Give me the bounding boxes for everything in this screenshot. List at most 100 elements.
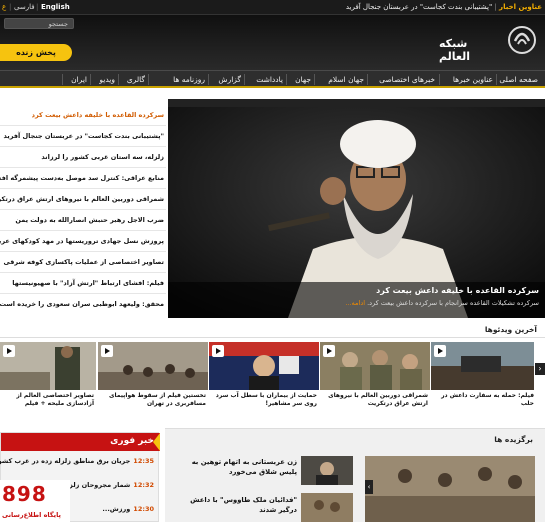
nav-iran[interactable]: ایران [71,75,87,84]
nav-divider [439,74,440,85]
headline-item[interactable]: شمراقی دوربین العالم با نیروهای ارتش عرا… [0,195,164,203]
nav-exclusive[interactable]: خبرهای اختصاصی [379,75,435,84]
nav-divider [244,74,245,85]
breaking-item[interactable]: 12:30ورزش... [102,505,154,513]
breaking-news-header: خبر فوری [1,433,160,451]
play-icon [212,345,224,357]
video-thumb[interactable] [431,342,534,390]
nav-report[interactable]: گزارش [218,75,241,84]
play-icon [323,345,335,357]
search-input[interactable]: جستجو [4,18,74,29]
top-bar: ع | فارسی | English عناوین اخبار | "پشتی… [0,0,545,15]
lang-arabic-link[interactable]: ع [2,3,6,11]
divider [0,293,166,294]
selected-section-title: برگزیده ها [494,435,533,444]
ticker-text[interactable]: "پشتیبانی بندت کجاست" در عربستان جنجال آ… [346,3,492,11]
nav-video[interactable]: ویدیو [99,75,115,84]
lang-farsi-link[interactable]: فارسی [14,3,35,11]
nav-divider [496,74,497,85]
lang-english-link[interactable]: English [41,3,70,11]
nav-headlines[interactable]: عناوین خبرها [453,75,493,84]
nav-gallery[interactable]: گالری [127,75,145,84]
logo-text: شبکه العالم [439,37,470,63]
video-caption[interactable]: تخستین فیلم از سقوط هواپیمای مسافربری در… [98,392,206,408]
play-icon [434,345,446,357]
divider [0,167,166,168]
video-caption[interactable]: حمایت از بیماران با سطل آب سرد روی سر مش… [209,392,317,408]
headline-item[interactable]: سرکرده القاعده با خلیفه داعش بیعت کرد [32,111,164,119]
video-photo [431,342,534,390]
headline-item[interactable]: فیلم: افشای ارتباط "ارتش آزاد" با صهیونی… [12,279,164,287]
nav-newspapers[interactable]: روزنامه ها [173,75,205,84]
nav-home[interactable]: صفحه اصلی [499,75,538,84]
video-caption[interactable]: فیلم: حمله به سفارت داعش در حلب [431,392,534,408]
breaking-news-title: خبر فوری [110,436,154,446]
headline-item[interactable]: زلزله، سه استان غربی کشور را لرزاند [41,153,164,161]
news-ticker[interactable]: عناوین اخبار | "پشتیبانی بندت کجاست" در … [346,3,542,11]
breaking-time: 12:35 [133,457,154,465]
selected-photo [301,456,353,485]
breaking-time: 12:30 [133,505,154,513]
nav-islamic-world[interactable]: جهان اسلام [328,75,364,84]
divider [0,146,166,147]
divider [0,209,166,210]
nav-divider [118,74,119,85]
selected-main-photo[interactable]: ‹ [365,456,535,522]
featured-story[interactable]: سرکرده القاعده با خلیفه داعش بیعت کرد سر… [168,99,545,318]
headline-item[interactable]: ضرب الاجل رهبر حنبش انصارالله به دولت یم… [15,216,164,224]
video-caption[interactable]: شمراقی دوربین العالم با نیروهای ارتش عرا… [320,392,428,408]
nav-divider [208,74,209,85]
nav-divider [367,74,368,85]
selected-photo [301,493,353,522]
ticker-label: عناوین اخبار [499,3,542,11]
video-thumb[interactable] [98,342,208,390]
read-more-link[interactable]: ادامه... [345,299,365,307]
promo-badge[interactable]: 898 پایگاه اطلاع‌رسانی [0,480,70,522]
featured-title[interactable]: سرکرده القاعده با خلیفه داعش بیعت کرد [376,286,539,295]
videos-section-title: آخرین ویدئوها [484,325,537,334]
nav-notes[interactable]: یادداشت [256,75,283,84]
breaking-text: ورزش... [102,505,131,513]
video-photo [209,342,319,390]
breaking-item[interactable]: 12:35جریان برق مناطق زلزله زده در غرب کش… [0,457,154,465]
video-caption[interactable]: تصاویر اختصاصی العالم از آزادسازی ملیحه … [0,392,94,408]
play-icon [101,345,113,357]
play-icon [3,345,15,357]
logo[interactable]: شبکه العالم [439,21,539,63]
divider [0,188,166,189]
selected-section: برگزیده ها زن عربستانی به اتهام توهین به… [165,428,545,522]
logo-emblem-icon [508,26,536,54]
video-strip: › فیلم: حمله به سفارت داعش در حلب شمراقی… [0,342,545,416]
featured-summary: سرکرده تشکیلات القاعده سرانجام با سرکرده… [345,299,539,307]
chevron-right-icon[interactable]: › [535,363,545,375]
headline-item[interactable]: تصاویر اختصاصی از عملیات پاکسازی کوفه شر… [4,258,164,266]
nav-divider [62,74,63,85]
headline-item[interactable]: محقق: ولیعهد ابوظبی سران سعودی را خریده … [0,300,164,308]
nav-divider [90,74,91,85]
divider [0,125,166,126]
live-stream-button[interactable]: پخش زنده [0,44,72,61]
lang-separator: | [36,3,39,11]
headline-item[interactable]: پروزش نسل جهادی تروریستها در مهد کودکهای… [0,237,164,245]
chevron-left-icon[interactable]: ‹ [365,480,373,494]
video-thumb[interactable] [320,342,430,390]
video-photo [320,342,430,390]
selected-thumb[interactable] [301,456,353,485]
page: ع | فارسی | English عناوین اخبار | "پشتی… [0,0,545,522]
selected-thumb[interactable] [301,493,353,522]
divider [0,251,166,252]
headline-item[interactable]: "پشتیبانی بندت کجاست" در عربستان جنجال آ… [4,132,164,140]
selected-headline[interactable]: "فدائیان ملک طاووس" با داعش درگیر شدند [177,495,297,515]
divider [0,272,166,273]
divider [0,337,545,338]
selected-headline[interactable]: زن عربستانی به اتهام توهین به پلیس شلاق … [177,457,297,477]
search-placeholder: جستجو [48,20,68,28]
breaking-text: جریان برق مناطق زلزله زده در غرب کشور دو… [0,457,131,465]
selected-photo [365,456,535,522]
promo-number: 898 [2,482,47,506]
main-nav: صفحه اصلی عناوین خبرها خبرهای اختصاصی جه… [0,70,545,88]
video-thumb[interactable] [209,342,319,390]
headline-item[interactable]: منابع عراقی: کنترل سد موصل به‌دست پیشمرگ… [0,174,164,182]
nav-world[interactable]: جهان [295,75,311,84]
video-thumb[interactable] [0,342,96,390]
